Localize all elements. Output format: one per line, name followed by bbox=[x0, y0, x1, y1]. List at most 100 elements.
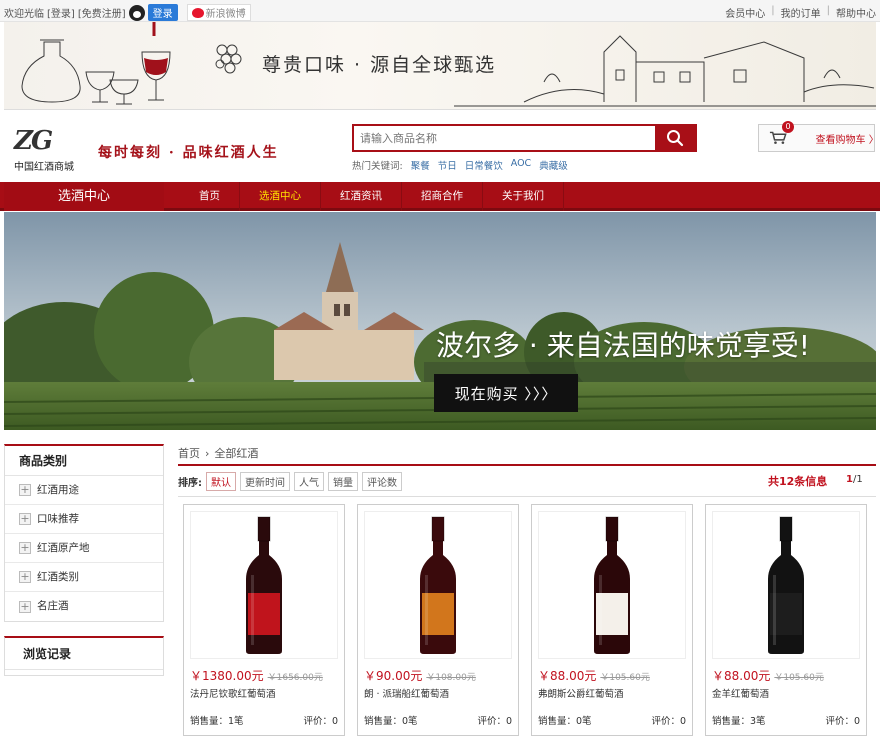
wine-bottle-image bbox=[768, 516, 804, 654]
product-name[interactable]: 弗朗斯公爵红葡萄酒 bbox=[538, 686, 624, 700]
product-name[interactable]: 法丹尼钦歌红葡萄酒 bbox=[190, 686, 276, 700]
hot-keyword[interactable]: 日常餐饮 bbox=[465, 158, 503, 172]
weibo-icon bbox=[191, 7, 204, 18]
cart-label: 查看购物车 〉 bbox=[815, 134, 879, 146]
product-image[interactable] bbox=[712, 511, 860, 659]
search-input[interactable] bbox=[354, 126, 655, 150]
product-grid: ￥1380.00元 ￥1656.00元 法丹尼钦歌红葡萄酒 销售量：1笔 评价：0… bbox=[183, 504, 867, 736]
top-links: 会员中心 | 我的订单 | 帮助中心 bbox=[725, 5, 876, 20]
category-panel: 商品类别 + 红酒用途 + 口味推荐 + 红酒原产地 + 红酒类别 + 名庄酒 bbox=[4, 444, 164, 622]
shopping-cart-icon bbox=[769, 131, 787, 144]
category-item[interactable]: + 红酒原产地 bbox=[5, 534, 163, 563]
member-center-link[interactable]: 会员中心 bbox=[725, 5, 765, 20]
breadcrumb-current: 全部红酒 bbox=[214, 447, 259, 460]
sales-count: 销售量：1笔 bbox=[190, 716, 244, 727]
nav-partnership[interactable]: 招商合作 bbox=[402, 182, 483, 211]
sales-count: 销售量：3笔 bbox=[712, 716, 766, 727]
product-image[interactable] bbox=[538, 511, 686, 659]
divider bbox=[178, 496, 876, 497]
separator: | bbox=[771, 5, 775, 16]
main-nav: 选酒中心 首页 选酒中心 红酒资讯 招商合作 关于我们 bbox=[0, 182, 880, 211]
original-price: ￥105.60元 bbox=[774, 673, 824, 683]
category-item[interactable]: + 红酒用途 bbox=[5, 476, 163, 505]
product-card[interactable]: ￥90.00元 ￥108.00元 朗 · 派瑞船红葡萄酒 销售量：0笔 评价：0 bbox=[357, 504, 519, 736]
cart-button[interactable]: 0 查看购物车 〉 bbox=[758, 121, 879, 152]
hot-keywords: 热门关键词: 聚餐 节日 日常餐饮 AOC 典藏级 bbox=[352, 158, 568, 172]
tagline: 每时每刻 · 品味红酒人生 bbox=[98, 145, 279, 161]
top-bar: 欢迎光临 [登录] [免费注册] 登录 新浪微博 会员中心 | 我的订单 | 帮… bbox=[0, 0, 880, 22]
original-price: ￥108.00元 bbox=[426, 673, 476, 683]
logo-mark: ZG bbox=[14, 126, 53, 156]
hot-keyword[interactable]: 节日 bbox=[438, 158, 457, 172]
qq-icon[interactable] bbox=[128, 4, 145, 21]
category-item[interactable]: + 红酒类别 bbox=[5, 563, 163, 592]
hero-title: 波尔多 · 来自法国的味觉享受! bbox=[436, 329, 810, 362]
welcome-text: 欢迎光临 bbox=[4, 9, 44, 20]
product-list-area: 首页 › 全部红酒 排序: 默认 更新时间 人气 销量 评论数 共12条信息 1… bbox=[178, 444, 876, 736]
cart-count-badge: 0 bbox=[782, 121, 794, 133]
expand-plus-icon[interactable]: + bbox=[19, 571, 31, 583]
nav-about-us[interactable]: 关于我们 bbox=[483, 182, 564, 211]
product-card[interactable]: ￥1380.00元 ￥1656.00元 法丹尼钦歌红葡萄酒 销售量：1笔 评价：0 bbox=[183, 504, 345, 736]
review-count: 评价：0 bbox=[303, 716, 338, 727]
weibo-login-button[interactable]: 新浪微博 bbox=[186, 4, 251, 21]
site-logo[interactable]: ZG 中国红酒商城 bbox=[14, 126, 90, 184]
qq-login-button[interactable]: 登录 bbox=[147, 4, 178, 21]
review-count: 评价：0 bbox=[651, 716, 686, 727]
sort-default[interactable]: 默认 bbox=[206, 471, 236, 491]
history-panel: 浏览记录 bbox=[4, 636, 164, 676]
search-button[interactable] bbox=[655, 126, 695, 150]
sort-sales[interactable]: 销量 bbox=[328, 471, 358, 491]
product-price: ￥90.00元 ￥108.00元 bbox=[364, 669, 476, 683]
expand-plus-icon[interactable]: + bbox=[19, 484, 31, 496]
nav-links: 首页 选酒中心 红酒资讯 招商合作 关于我们 bbox=[180, 182, 564, 211]
expand-plus-icon[interactable]: + bbox=[19, 542, 31, 554]
page-indicator: 1/1 bbox=[846, 474, 863, 485]
hot-keyword[interactable]: 典藏级 bbox=[539, 158, 568, 172]
search-bar bbox=[352, 124, 697, 152]
sort-bar: 排序: 默认 更新时间 人气 销量 评论数 共12条信息 1/1 bbox=[178, 470, 876, 492]
product-card[interactable]: ￥88.00元 ￥105.60元 弗朗斯公爵红葡萄酒 销售量：0笔 评价：0 bbox=[531, 504, 693, 736]
header-banner: 尊贵口味 · 源自全球甄选 bbox=[4, 22, 876, 110]
category-item[interactable]: + 口味推荐 bbox=[5, 505, 163, 534]
hot-keyword[interactable]: 聚餐 bbox=[411, 158, 430, 172]
breadcrumb-home[interactable]: 首页 bbox=[178, 444, 200, 464]
logo-name: 中国红酒商城 bbox=[14, 162, 74, 173]
help-center-link[interactable]: 帮助中心 bbox=[836, 5, 876, 20]
nav-wine-news[interactable]: 红酒资讯 bbox=[321, 182, 402, 211]
product-name[interactable]: 金羊红葡萄酒 bbox=[712, 686, 769, 700]
product-card[interactable]: ￥88.00元 ￥105.60元 金羊红葡萄酒 销售量：3笔 评价：0 bbox=[705, 504, 867, 736]
product-price: ￥88.00元 ￥105.60元 bbox=[538, 669, 650, 683]
category-panel-title: 商品类别 bbox=[5, 446, 163, 476]
sales-count: 销售量：0笔 bbox=[538, 716, 592, 727]
sort-popularity[interactable]: 人气 bbox=[294, 471, 324, 491]
top-bar-left: 欢迎光临 [登录] [免费注册] 登录 新浪微博 bbox=[4, 4, 251, 21]
original-price: ￥1656.00元 bbox=[267, 673, 323, 683]
product-image[interactable] bbox=[364, 511, 512, 659]
review-count: 评价：0 bbox=[477, 716, 512, 727]
product-image[interactable] bbox=[190, 511, 338, 659]
sort-label: 排序: bbox=[178, 477, 202, 489]
expand-plus-icon[interactable]: + bbox=[19, 600, 31, 613]
weibo-label: 新浪微博 bbox=[205, 9, 246, 20]
expand-plus-icon[interactable]: + bbox=[19, 513, 31, 525]
hero-banner[interactable]: 波尔多 · 来自法国的味觉享受! 现在购买 〉〉〉 bbox=[4, 212, 876, 430]
sales-count: 销售量：0笔 bbox=[364, 716, 418, 727]
hot-keyword[interactable]: AOC bbox=[511, 158, 531, 172]
nav-home[interactable]: 首页 bbox=[180, 182, 240, 211]
search-icon bbox=[667, 130, 684, 147]
category-center-tab[interactable]: 选酒中心 bbox=[4, 182, 164, 211]
total-count: 共12条信息 bbox=[768, 475, 828, 488]
category-item[interactable]: + 名庄酒 bbox=[5, 592, 163, 621]
login-link[interactable]: [登录] bbox=[47, 5, 75, 20]
banner-slogan: 尊贵口味 · 源自全球甄选 bbox=[262, 54, 497, 76]
product-name[interactable]: 朗 · 派瑞船红葡萄酒 bbox=[364, 686, 449, 700]
sort-reviews[interactable]: 评论数 bbox=[362, 471, 402, 491]
my-orders-link[interactable]: 我的订单 bbox=[781, 5, 821, 20]
register-link[interactable]: [免费注册] bbox=[78, 5, 126, 20]
buy-now-button[interactable]: 现在购买 〉〉〉 bbox=[434, 374, 578, 412]
sort-update-time[interactable]: 更新时间 bbox=[240, 471, 290, 491]
separator: | bbox=[826, 5, 830, 16]
category-label: 红酒原产地 bbox=[37, 541, 90, 554]
nav-wine-center[interactable]: 选酒中心 bbox=[240, 182, 321, 211]
